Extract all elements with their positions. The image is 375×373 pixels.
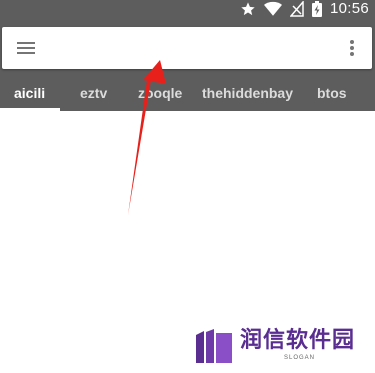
hamburger-menu-icon[interactable] [14,39,38,57]
status-bar: 10:56 [0,0,375,18]
status-icons: 10:56 [240,0,369,18]
tab-btos[interactable]: btos [317,75,347,111]
status-clock: 10:56 [329,0,369,17]
source-tabs: aicili eztv zooqle thehiddenbay btos [0,75,375,111]
signal-off-icon [289,1,304,17]
watermark-text: 润信软件园 [240,328,356,353]
watermark-slogan: SLOGAN [284,355,316,361]
tab-eztv[interactable]: eztv [80,75,107,111]
battery-charging-icon [311,1,322,17]
tab-aicili[interactable]: aicili [14,75,45,111]
star-icon [240,1,256,17]
tab-thehiddenbay[interactable]: thehiddenbay [202,75,293,111]
tab-zooqle[interactable]: zooqle [138,75,182,111]
search-input[interactable] [52,33,326,65]
watermark: 润信软件园 SLOGAN [196,327,356,367]
more-vert-icon[interactable] [346,38,358,58]
watermark-logo-icon [196,329,232,363]
wifi-icon [263,1,282,17]
search-bar [2,27,372,69]
